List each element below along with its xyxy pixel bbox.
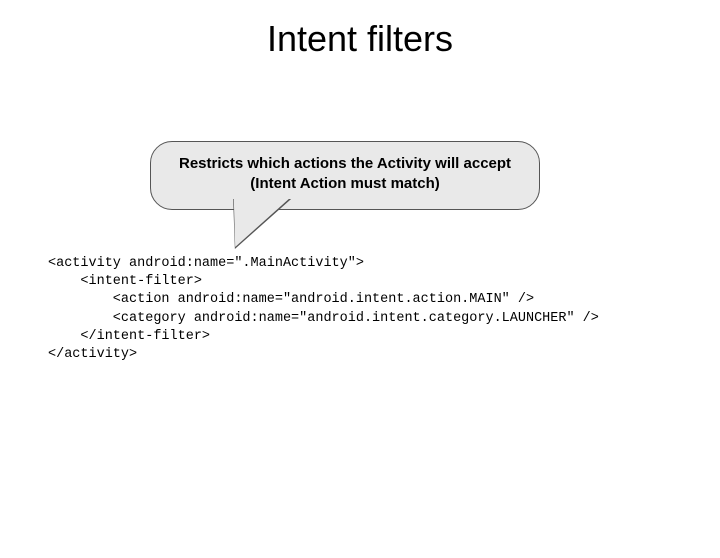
code-line: <activity android:name=".MainActivity"> xyxy=(48,256,364,271)
callout-line-2: (Intent Action must match) xyxy=(179,174,511,194)
slide-title: Intent filters xyxy=(0,18,720,60)
code-line: <action android:name="android.intent.act… xyxy=(48,292,534,307)
callout-box: Restricts which actions the Activity wil… xyxy=(150,141,540,210)
callout-container: Restricts which actions the Activity wil… xyxy=(150,141,540,210)
code-block: <activity android:name=".MainActivity"> … xyxy=(48,255,599,364)
code-line: </activity> xyxy=(48,347,137,362)
callout-line-1: Restricts which actions the Activity wil… xyxy=(179,154,511,174)
code-line: <category android:name="android.intent.c… xyxy=(48,311,599,326)
code-line: <intent-filter> xyxy=(48,274,202,289)
code-line: </intent-filter> xyxy=(48,329,210,344)
